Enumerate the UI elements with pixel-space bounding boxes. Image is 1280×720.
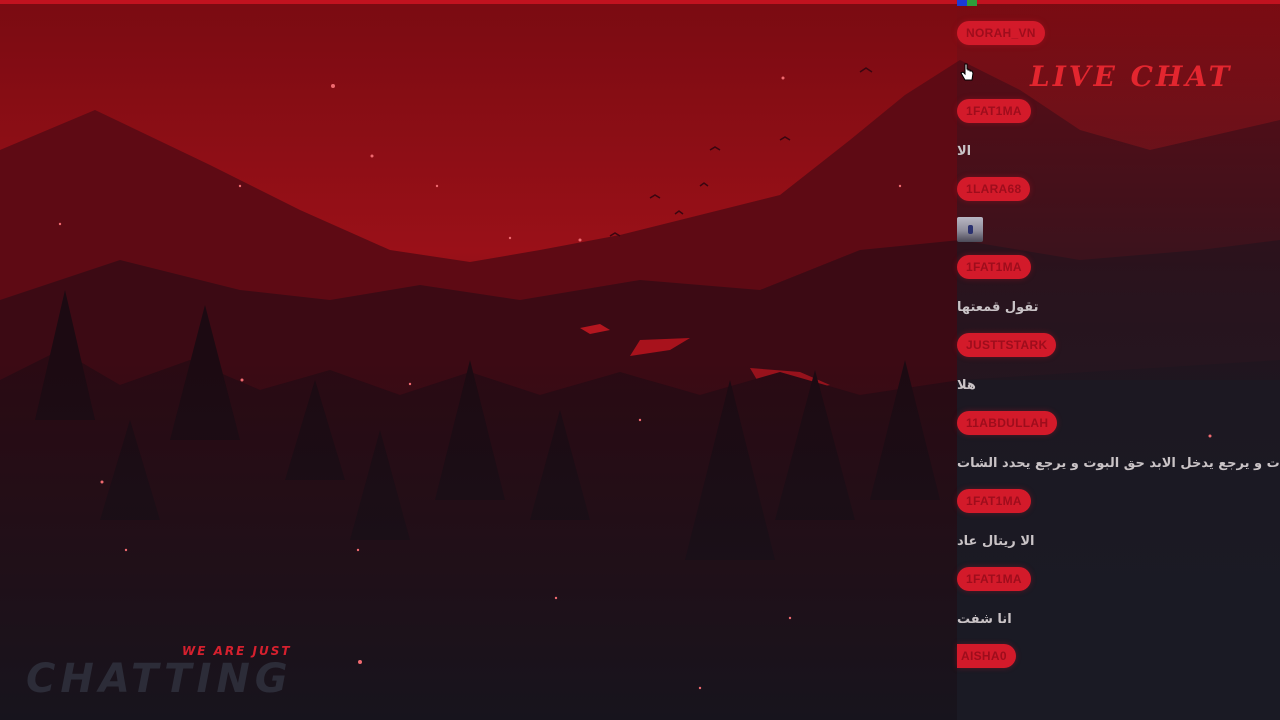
chat-username-badge: AISHA0 bbox=[957, 644, 1016, 668]
chat-username-badge: NORAH_VN bbox=[957, 21, 1045, 45]
chat-message: يات و يرجع يدخل الابد حق البوت و يرجع يح… bbox=[957, 456, 1280, 471]
chat-message: انا شفت bbox=[957, 612, 1012, 627]
chat-username-badge: 1FAT1MA bbox=[957, 489, 1031, 513]
chat-username-badge: 1FAT1MA bbox=[957, 567, 1031, 591]
chat-username-badge: JUSTTSTARK bbox=[957, 333, 1057, 357]
chat-username-badge: 11ABDULLAH bbox=[957, 411, 1058, 435]
brand-title: CHATTING bbox=[26, 656, 293, 702]
chat-username-badge: 1FAT1MA bbox=[957, 255, 1031, 279]
chat-image-thumbnail bbox=[957, 217, 983, 242]
hand-pointer-icon bbox=[960, 63, 974, 81]
chat-username-badge: 1FAT1MA bbox=[957, 99, 1031, 123]
chat-message-container: يات و يرجع يدخل الابد حق البوت و يرجع يح… bbox=[957, 455, 1280, 475]
chat-message: تقول قمعتها bbox=[957, 300, 1039, 315]
chat-message: الا bbox=[957, 144, 972, 159]
chat-message: هلا bbox=[957, 378, 976, 393]
chat-username-badge: 1LARA68 bbox=[957, 177, 1031, 201]
chat-message: الا ريتال عاد bbox=[957, 534, 1035, 549]
